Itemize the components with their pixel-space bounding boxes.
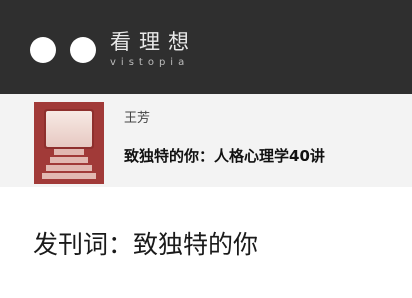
app-header: 看理想 vistopia	[0, 0, 412, 94]
course-title[interactable]: 致独特的你：人格心理学40讲	[124, 147, 325, 165]
cover-step-shape	[46, 165, 92, 171]
course-card[interactable]: 王芳 致独特的你：人格心理学40讲	[0, 94, 412, 187]
logo-dot-right-icon	[70, 37, 96, 63]
brand-name-latin: vistopia	[110, 57, 190, 68]
course-cover-image[interactable]	[34, 102, 104, 184]
brand-name: 看理想	[110, 30, 197, 54]
course-author: 王芳	[124, 111, 151, 126]
cover-frame-shape	[44, 109, 94, 149]
cover-step-shape	[42, 173, 96, 179]
cover-step-shape	[54, 149, 84, 155]
app-root: 看理想 vistopia 王芳 致独特的你：人格心理学40讲 发刊词：致独特的你	[0, 0, 412, 298]
logo-dot-left-icon	[30, 37, 56, 63]
cover-step-shape	[50, 157, 88, 163]
article-title: 发刊词：致独特的你	[33, 230, 259, 259]
